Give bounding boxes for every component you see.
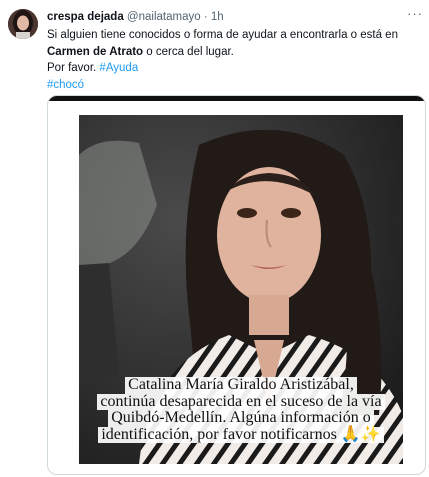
tweet-line-2-rest: o cerca del lugar. [143, 45, 234, 58]
author-handle[interactable]: @nailatamayo [127, 11, 201, 23]
tweet-header: crespa dejada @nailatamayo · 1h [47, 10, 224, 24]
tweet-line-4: #chocó [47, 77, 419, 94]
media-card[interactable]: Catalina María Giraldo Aristizábal, cont… [47, 95, 426, 475]
tweet-line-1: Si alguien tiene conocidos o forma de ay… [47, 29, 398, 41]
avatar[interactable] [8, 9, 38, 39]
hashtag-ayuda[interactable]: #Ayuda [99, 62, 138, 74]
timestamp[interactable]: 1h [211, 11, 224, 23]
caption-line-4: identificación, por favor notificarnos 🙏… [98, 426, 384, 443]
caption-line-3: Quibdó-Medellín. Algúna información o [108, 409, 374, 427]
location-bold: Carmen de Atrato [47, 45, 144, 58]
tweet-text: Si alguien tiene conocidos o forma de ay… [47, 27, 419, 93]
please-text: Por favor. [47, 62, 100, 74]
tweet-line-3: Por favor. #Ayuda [47, 60, 419, 77]
caption-line-1: Catalina María Giraldo Aristizábal, [125, 376, 357, 394]
author-name[interactable]: crespa dejada [47, 11, 124, 23]
caption-line-2: continúa desaparecida en el suceso de la… [97, 393, 385, 410]
separator: · [203, 11, 208, 23]
hashtag-choco[interactable]: #chocó [47, 79, 84, 91]
tweet-line-2: Carmen de Atrato o cerca del lugar. [47, 44, 419, 61]
tweet[interactable]: ··· crespa dejada @nailatamayo · 1h Si a… [0, 0, 429, 477]
media-top-bar [48, 96, 425, 101]
missing-person-photo[interactable]: Catalina María Giraldo Aristizábal, cont… [79, 115, 403, 464]
photo-caption: Catalina María Giraldo Aristizábal, cont… [79, 376, 403, 443]
more-options-icon[interactable]: ··· [405, 7, 425, 21]
